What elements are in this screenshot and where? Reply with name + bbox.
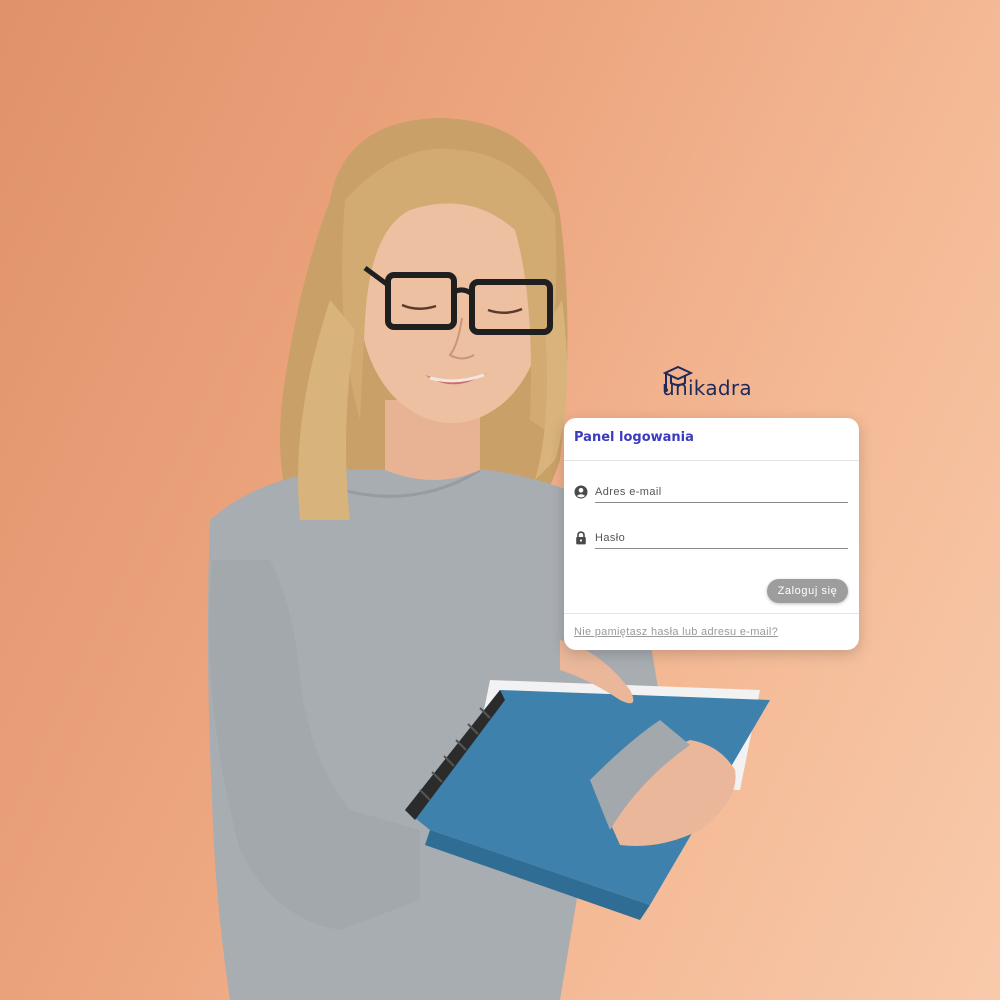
panel-title: Panel logowania: [574, 430, 694, 445]
divider: [564, 460, 859, 461]
login-panel: Panel logowania Zaloguj się Nie pamiętas…: [564, 418, 859, 650]
login-button[interactable]: Zaloguj się: [767, 579, 848, 603]
brand-name: unikadra: [662, 376, 752, 400]
divider: [564, 613, 859, 614]
password-input[interactable]: [595, 528, 848, 549]
password-field: [574, 528, 849, 550]
lock-icon: [576, 531, 586, 545]
user-circle-icon: [574, 485, 588, 499]
email-input[interactable]: [595, 482, 848, 503]
forgot-password-link[interactable]: Nie pamiętasz hasła lub adresu e-mail?: [574, 626, 778, 638]
email-field: [574, 482, 849, 504]
